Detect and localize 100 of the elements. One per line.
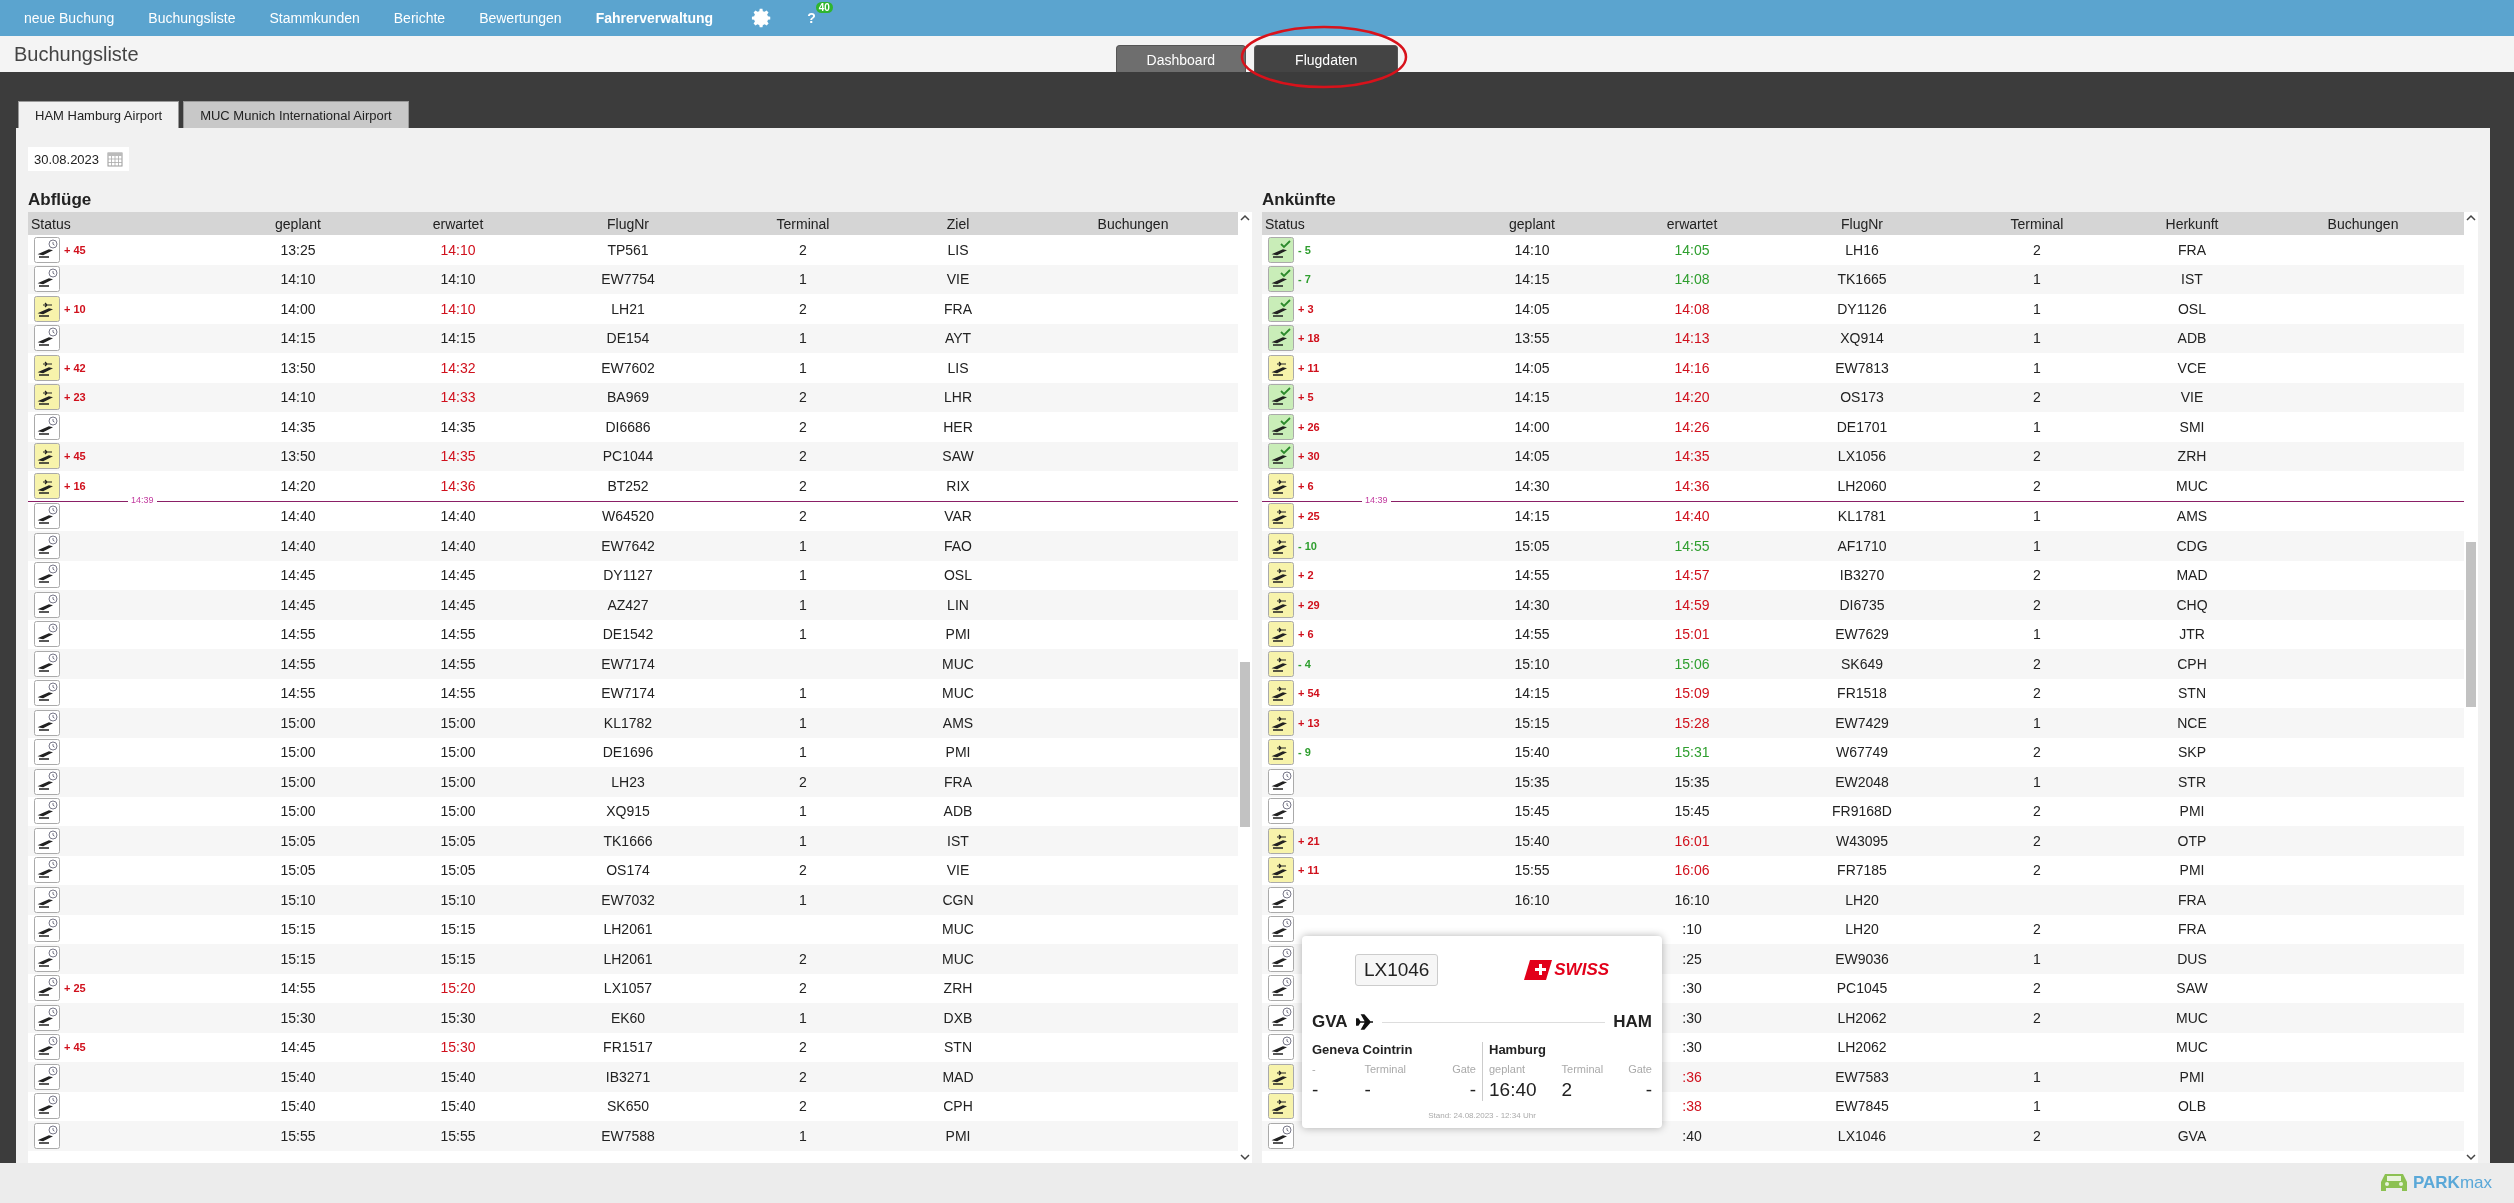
scroll-down-icon[interactable] [2466, 1153, 2476, 1161]
flight-row[interactable]: 15:40 15:40 IB3271 2 MAD [28, 1062, 1238, 1092]
table-cell: PC1045 [1836, 980, 1888, 997]
table-cell: OTP [2177, 832, 2207, 849]
table-cell: 16:06 [1674, 862, 1710, 879]
table-cell: IST [2181, 271, 2203, 288]
table-cell: 1 [2033, 300, 2041, 317]
table-cell: 2 [799, 389, 807, 406]
flight-row[interactable]: 15:10 15:10 EW7032 1 CGN [28, 885, 1238, 915]
table-cell: 14:55 [280, 685, 316, 702]
table-cell: 14:35 [280, 418, 316, 435]
scroll-up-icon[interactable] [2466, 214, 2476, 222]
table-cell: LH16 [1845, 241, 1879, 258]
scroll-thumb[interactable] [1240, 662, 1250, 827]
flight-row[interactable]: + 18 13:55 14:13 XQ914 1 ADB [1262, 323, 2464, 353]
flight-row[interactable]: 16:10 16:10 LH20 FRA [1262, 885, 2464, 915]
view-tab[interactable]: Dashboard [1115, 45, 1247, 72]
table-cell: 14:40 [440, 508, 476, 525]
flight-row[interactable]: 15:55 15:55 EW7588 1 PMI [28, 1121, 1238, 1151]
table-cell: MUC [2176, 1039, 2208, 1056]
scroll-thumb[interactable] [2466, 542, 2476, 707]
table-cell: 15:40 [1514, 832, 1550, 849]
flight-row[interactable]: :40 LX1046 2 GVA [1262, 1121, 2464, 1151]
table-cell: 1 [2033, 418, 2041, 435]
flight-row[interactable]: + 30 14:05 14:35 LX1056 2 ZRH [1262, 441, 2464, 471]
table-cell: 1 [799, 685, 807, 702]
scroll-up-icon[interactable] [1240, 214, 1250, 222]
flight-row[interactable]: - 4 15:10 15:06 SK649 2 CPH [1262, 649, 2464, 679]
scrollbar[interactable] [1238, 212, 1252, 1163]
table-cell: STN [2178, 685, 2206, 702]
flight-row[interactable]: + 13 15:15 15:28 EW7429 1 NCE [1262, 708, 2464, 738]
flight-row[interactable]: 14:10 14:10 EW7754 1 VIE [28, 264, 1238, 294]
table-cell: FR9168D [1832, 803, 1892, 820]
flight-row[interactable]: + 23 14:10 14:33 BA969 2 LHR [28, 382, 1238, 412]
table-cell: LH2060 [1837, 477, 1887, 494]
table-cell: ZRH [2177, 448, 2207, 465]
table-cell: 1 [799, 1127, 807, 1144]
table-cell: 15:10 [280, 891, 316, 908]
plane-clock-icon [1268, 768, 1294, 795]
table-cell: 14:10 [440, 300, 476, 317]
flight-row[interactable]: + 45 13:50 14:35 PC1044 2 SAW [28, 441, 1238, 471]
table-cell: 2 [799, 300, 807, 317]
current-time-label: 14:39 [128, 494, 157, 506]
table-cell: 2 [2033, 596, 2041, 613]
table-cell: LH2062 [1837, 1009, 1887, 1026]
plane-check-icon [1268, 325, 1294, 352]
airport-tab[interactable]: MUC Munich International Airport [183, 101, 409, 128]
table-cell: LH2062 [1837, 1039, 1887, 1056]
flight-row[interactable]: + 5 14:15 14:20 OS173 2 VIE [1262, 382, 2464, 412]
plane-check-icon [1268, 236, 1294, 263]
table-cell: SAW [942, 448, 974, 465]
table-cell: 14:15 [280, 330, 316, 347]
view-tab[interactable]: Flugdaten [1254, 45, 1399, 72]
field-label: Gate [1628, 1063, 1652, 1075]
table-cell: 2 [799, 477, 807, 494]
scrollbar[interactable] [2464, 212, 2478, 1163]
flight-number-badge: LX1046 [1354, 954, 1439, 986]
table-cell: LH20 [1845, 921, 1879, 938]
scroll-down-icon[interactable] [1240, 1153, 1250, 1161]
flight-row[interactable]: - 10 15:05 14:55 AF1710 1 CDG [1262, 531, 2464, 561]
flight-row[interactable]: 15:05 15:05 TK1666 1 IST [28, 826, 1238, 856]
table-cell: 14:15 [1514, 271, 1550, 288]
flight-row[interactable]: 14:15 14:15 DE154 1 AYT [28, 323, 1238, 353]
flight-row[interactable]: 15:35 15:35 EW2048 1 STR [1262, 767, 2464, 797]
flight-row[interactable]: + 21 15:40 16:01 W43095 2 OTP [1262, 826, 2464, 856]
flight-row[interactable]: + 29 14:30 14:59 DI6735 2 CHQ [1262, 590, 2464, 620]
brand-logo: PARKmax [2412, 1173, 2492, 1193]
flight-row[interactable]: 15:00 15:00 KL1782 1 AMS [28, 708, 1238, 738]
table-cell: GVA [2177, 1127, 2207, 1144]
table-cell: 14:10 [440, 241, 476, 258]
flight-row[interactable]: 14:45 14:45 AZ427 1 LIN [28, 590, 1238, 620]
table-cell: 1 [799, 271, 807, 288]
flight-row[interactable]: 15:15 15:15 LH2061 2 MUC [28, 944, 1238, 974]
table-cell: W64520 [601, 508, 655, 525]
plane-clock-icon [1268, 916, 1294, 943]
table-cell: 15:06 [1674, 655, 1710, 672]
flight-row[interactable]: 15:30 15:30 EK60 1 DXB [28, 1003, 1238, 1033]
calendar-icon[interactable] [107, 151, 124, 167]
table-cell: EW7629 [1835, 626, 1889, 643]
flight-row[interactable]: 14:40 14:40 EW7642 1 FAO [28, 531, 1238, 561]
delay-value: + 45 [64, 243, 86, 256]
delay-value: - 9 [1298, 746, 1311, 759]
delay-value: + 5 [1298, 391, 1314, 404]
table-cell: 2 [2033, 655, 2041, 672]
airport-tab[interactable]: HAM Hamburg Airport [18, 101, 180, 128]
flight-row[interactable]: - 7 14:15 14:08 TK1665 1 IST [1262, 264, 2464, 294]
flight-row[interactable]: 14:55 14:55 EW7174 MUC [28, 649, 1238, 679]
table-cell: 14:45 [440, 596, 476, 613]
table-cell: 15:35 [1514, 773, 1550, 790]
table-cell: 2 [2033, 567, 2041, 584]
table-cell: OS174 [606, 862, 650, 879]
delay-value: + 54 [1298, 687, 1320, 700]
table-cell: DUS [2177, 950, 2207, 967]
column-header: geplant [274, 215, 322, 232]
date-field[interactable]: 30.08.2023 [28, 147, 130, 171]
table-cell: DY1126 [1837, 300, 1887, 317]
page-title: Buchungsliste [13, 42, 140, 66]
table-cell: 14:33 [440, 389, 476, 406]
table-cell: FRA [2178, 891, 2206, 908]
flight-row[interactable]: 15:00 15:00 LH23 2 FRA [28, 767, 1238, 797]
